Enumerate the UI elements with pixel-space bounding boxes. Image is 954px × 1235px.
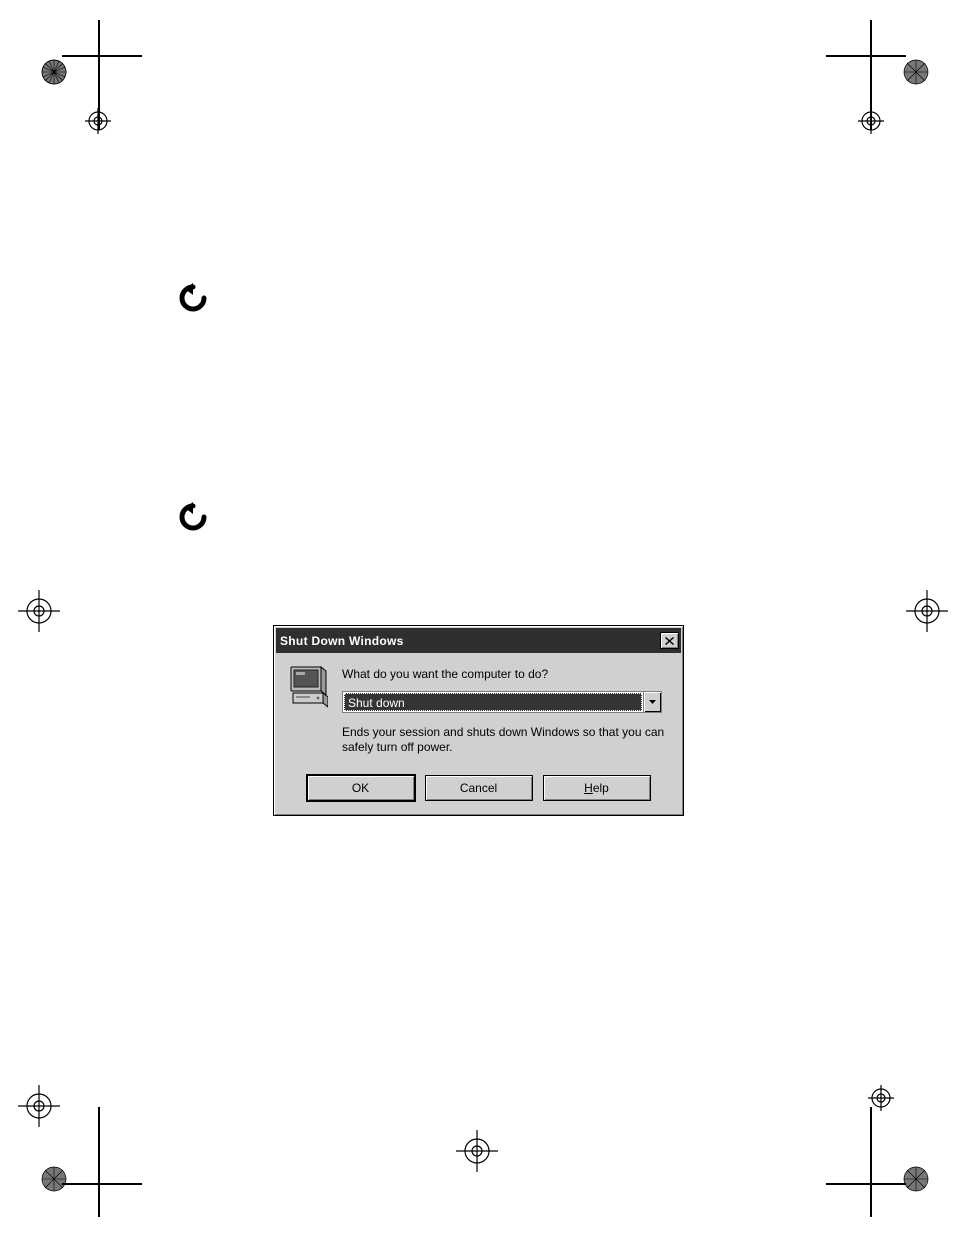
cancel-button[interactable]: Cancel [425, 775, 533, 801]
registration-target-icon [868, 1085, 894, 1111]
dropdown-selected-value: Shut down [344, 693, 642, 711]
printer-mark-sunburst-icon [40, 1165, 68, 1193]
crop-line-v-icon [870, 1107, 872, 1217]
registration-target-icon [858, 108, 884, 134]
crop-line-h-icon [826, 1183, 906, 1185]
crop-line-v-icon [98, 20, 100, 130]
button-label: Cancel [460, 781, 497, 795]
help-button[interactable]: Help [543, 775, 651, 801]
close-button[interactable] [660, 632, 679, 649]
registration-target-icon [85, 108, 111, 134]
dialog-title: Shut Down Windows [280, 634, 404, 648]
crop-line-h-icon [62, 1183, 142, 1185]
dialog-titlebar[interactable]: Shut Down Windows [276, 628, 681, 653]
dialog-description: Ends your session and shuts down Windows… [342, 725, 669, 755]
dropdown-toggle-button[interactable] [643, 692, 661, 712]
chevron-down-icon [649, 700, 656, 704]
shutdown-action-dropdown[interactable]: Shut down [342, 691, 662, 713]
crop-line-h-icon [62, 55, 142, 57]
crop-line-v-icon [870, 20, 872, 130]
crop-line-h-icon [826, 55, 906, 57]
registration-target-icon [18, 590, 60, 632]
close-icon [665, 637, 674, 645]
registration-target-icon [456, 1130, 498, 1172]
computer-icon [288, 665, 328, 755]
bullet-arrow-icon [178, 283, 208, 313]
printer-mark-sunburst-icon [902, 58, 930, 86]
registration-target-icon [18, 1085, 60, 1127]
printer-mark-sunburst-icon [40, 58, 68, 86]
dialog-button-row: OK Cancel Help [274, 769, 683, 815]
printer-mark-sunburst-icon [902, 1165, 930, 1193]
dialog-prompt: What do you want the computer to do? [342, 667, 669, 681]
bullet-arrow-icon [178, 502, 208, 532]
crop-line-v-icon [98, 1107, 100, 1217]
shutdown-dialog: Shut Down Windows [273, 625, 684, 816]
button-label: Help [584, 781, 609, 795]
ok-button[interactable]: OK [307, 775, 415, 801]
registration-target-icon [906, 590, 948, 632]
button-label: OK [352, 781, 369, 795]
